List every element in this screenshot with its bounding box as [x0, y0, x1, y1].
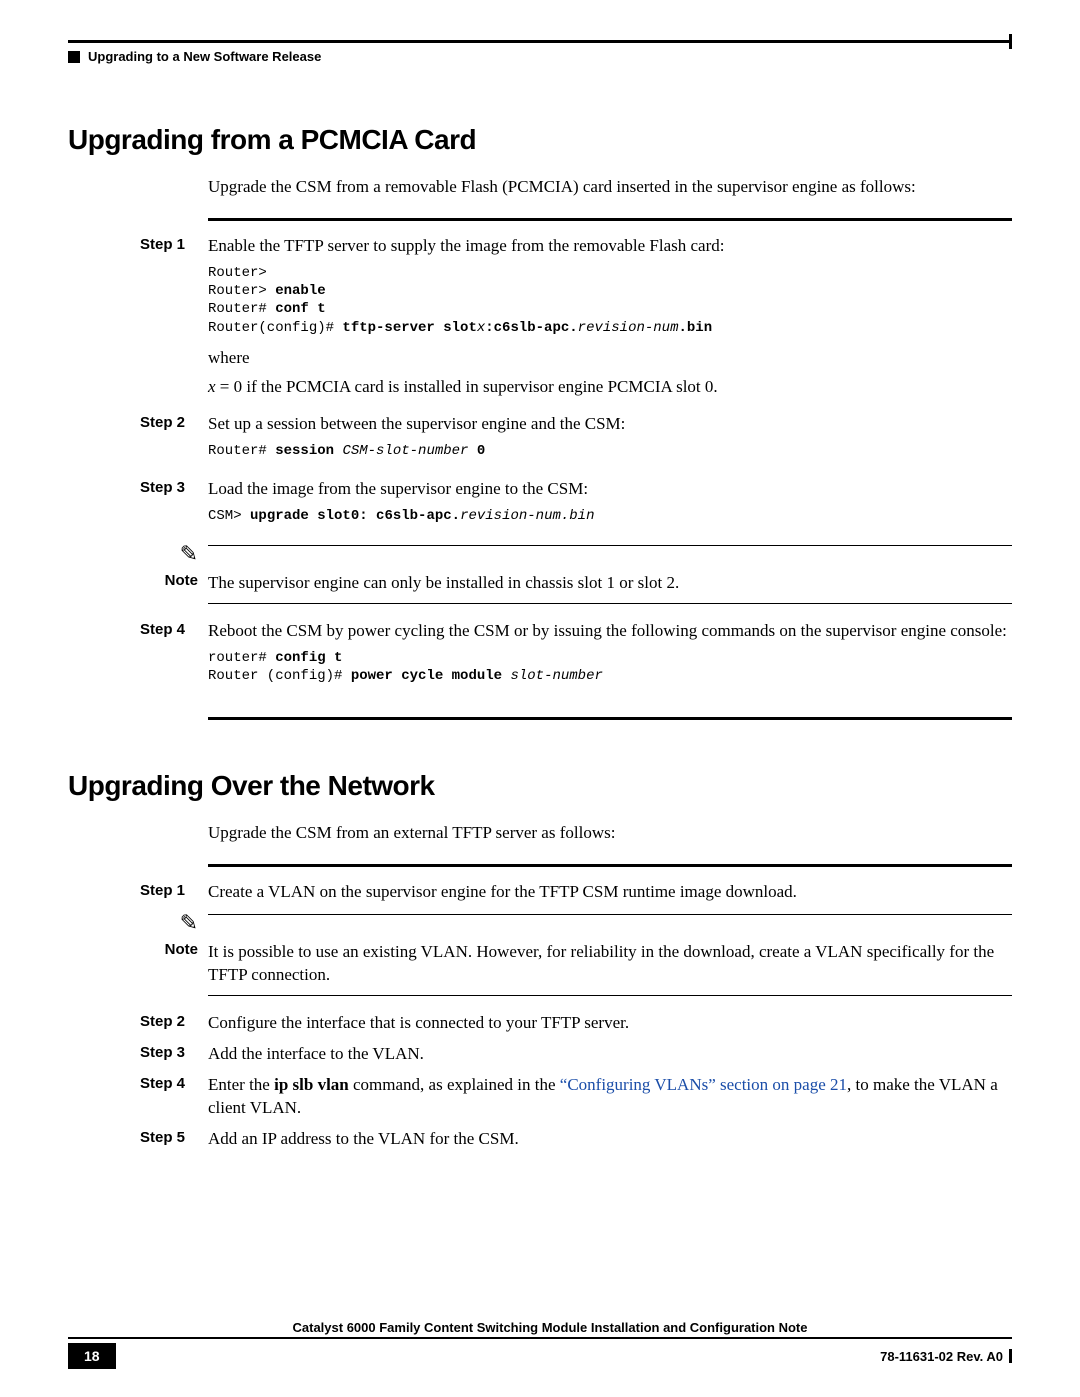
code-block: Router> Router> enable Router# conf t Ro… — [208, 264, 1012, 337]
step-row: Step 2 Configure the interface that is c… — [140, 1012, 1012, 1035]
note-body: It is possible to use an existing VLAN. … — [208, 941, 1012, 987]
note-rule-top — [208, 914, 1012, 915]
note-icon-row: ✎ — [140, 912, 1012, 935]
step-label: Step 3 — [140, 478, 208, 496]
footer-rev-bar-icon — [1009, 1349, 1012, 1363]
running-head-text: Upgrading to a New Software Release — [88, 49, 321, 64]
step-label: Step 3 — [140, 1043, 208, 1061]
footer-rev: 78-11631-02 Rev. A0 — [880, 1349, 1003, 1364]
section-a-top-rule — [208, 218, 1012, 221]
footer-inner: 18 78-11631-02 Rev. A0 — [68, 1343, 1012, 1369]
step-body: Set up a session between the supervisor … — [208, 413, 1012, 470]
note-body: The supervisor engine can only be instal… — [208, 572, 1012, 595]
code-block: CSM> upgrade slot0: c6slb-apc.revision-n… — [208, 507, 1012, 525]
code-block: router# config t Router (config)# power … — [208, 649, 1012, 685]
step-label: Step 1 — [140, 881, 208, 899]
top-rule — [68, 40, 1012, 43]
section-b-title: Upgrading Over the Network — [68, 770, 1012, 802]
step-body: Reboot the CSM by power cycling the CSM … — [208, 620, 1012, 695]
step-row: Step 4 Reboot the CSM by power cycling t… — [140, 620, 1012, 695]
page-footer: Catalyst 6000 Family Content Switching M… — [68, 1320, 1012, 1369]
note-icon-row: ✎ — [140, 543, 1012, 566]
step-row: Step 1 Enable the TFTP server to supply … — [140, 235, 1012, 405]
command-name: ip slb vlan — [274, 1075, 349, 1094]
note-label: Note — [140, 941, 208, 958]
note-rule-row — [140, 601, 1012, 606]
where-label: where — [208, 347, 1012, 370]
section-a-bottom-rule — [208, 717, 1012, 720]
pencil-icon: ✎ — [180, 912, 198, 934]
section-a-title: Upgrading from a PCMCIA Card — [68, 124, 1012, 156]
note-rule-bottom — [208, 603, 1012, 604]
step-row: Step 4 Enter the ip slb vlan command, as… — [140, 1074, 1012, 1120]
step-body: Create a VLAN on the supervisor engine f… — [208, 881, 1012, 904]
step-label: Step 4 — [140, 1074, 208, 1092]
step-body: Load the image from the supervisor engin… — [208, 478, 1012, 535]
note-icon-col: ✎ — [140, 912, 208, 935]
step-body: Enter the ip slb vlan command, as explai… — [208, 1074, 1012, 1120]
note-icon-col: ✎ — [140, 543, 208, 566]
step-text: Load the image from the supervisor engin… — [208, 478, 1012, 501]
note-rule-top — [208, 545, 1012, 546]
step-label: Step 1 — [140, 235, 208, 253]
step-text: Reboot the CSM by power cycling the CSM … — [208, 620, 1012, 643]
footer-title-row: Catalyst 6000 Family Content Switching M… — [68, 1320, 1012, 1335]
running-head: Upgrading to a New Software Release — [68, 49, 1012, 64]
page-number: 18 — [68, 1343, 116, 1369]
step-text: Set up a session between the supervisor … — [208, 413, 1012, 436]
pencil-icon: ✎ — [180, 543, 198, 565]
step-row: Step 2 Set up a session between the supe… — [140, 413, 1012, 470]
step-label: Step 5 — [140, 1128, 208, 1146]
step-row: Step 1 Create a VLAN on the supervisor e… — [140, 881, 1012, 904]
step-body: Enable the TFTP server to supply the ima… — [208, 235, 1012, 405]
bullet-square-icon — [68, 51, 80, 63]
note-rule-row — [140, 993, 1012, 998]
step-body: Add the interface to the VLAN. — [208, 1043, 1012, 1066]
cross-ref-link[interactable]: “Configuring VLANs” section on page 21 — [560, 1075, 847, 1094]
step-row: Step 3 Load the image from the superviso… — [140, 478, 1012, 535]
footer-title: Catalyst 6000 Family Content Switching M… — [68, 1320, 1012, 1335]
section-b-intro: Upgrade the CSM from an external TFTP se… — [208, 822, 1012, 844]
step-label: Step 4 — [140, 620, 208, 638]
section-b-top-rule — [208, 864, 1012, 867]
note-row: Note The supervisor engine can only be i… — [140, 572, 1012, 595]
step-text: Enable the TFTP server to supply the ima… — [208, 235, 1012, 258]
code-block: Router# session CSM-slot-number 0 — [208, 442, 1012, 460]
step-body: Configure the interface that is connecte… — [208, 1012, 1012, 1035]
section-b-steps: Step 1 Create a VLAN on the supervisor e… — [140, 881, 1012, 1151]
note-rule-bottom — [208, 995, 1012, 996]
section-a-intro: Upgrade the CSM from a removable Flash (… — [208, 176, 1012, 198]
step-body: Add an IP address to the VLAN for the CS… — [208, 1128, 1012, 1151]
section-a-steps: Step 1 Enable the TFTP server to supply … — [140, 235, 1012, 695]
step-row: Step 3 Add the interface to the VLAN. — [140, 1043, 1012, 1066]
step-label: Step 2 — [140, 413, 208, 431]
where-text: x = 0 if the PCMCIA card is installed in… — [208, 376, 1012, 399]
step-row: Step 5 Add an IP address to the VLAN for… — [140, 1128, 1012, 1151]
note-row: Note It is possible to use an existing V… — [140, 941, 1012, 987]
footer-rule — [68, 1337, 1012, 1339]
note-label: Note — [140, 572, 208, 589]
step-label: Step 2 — [140, 1012, 208, 1030]
